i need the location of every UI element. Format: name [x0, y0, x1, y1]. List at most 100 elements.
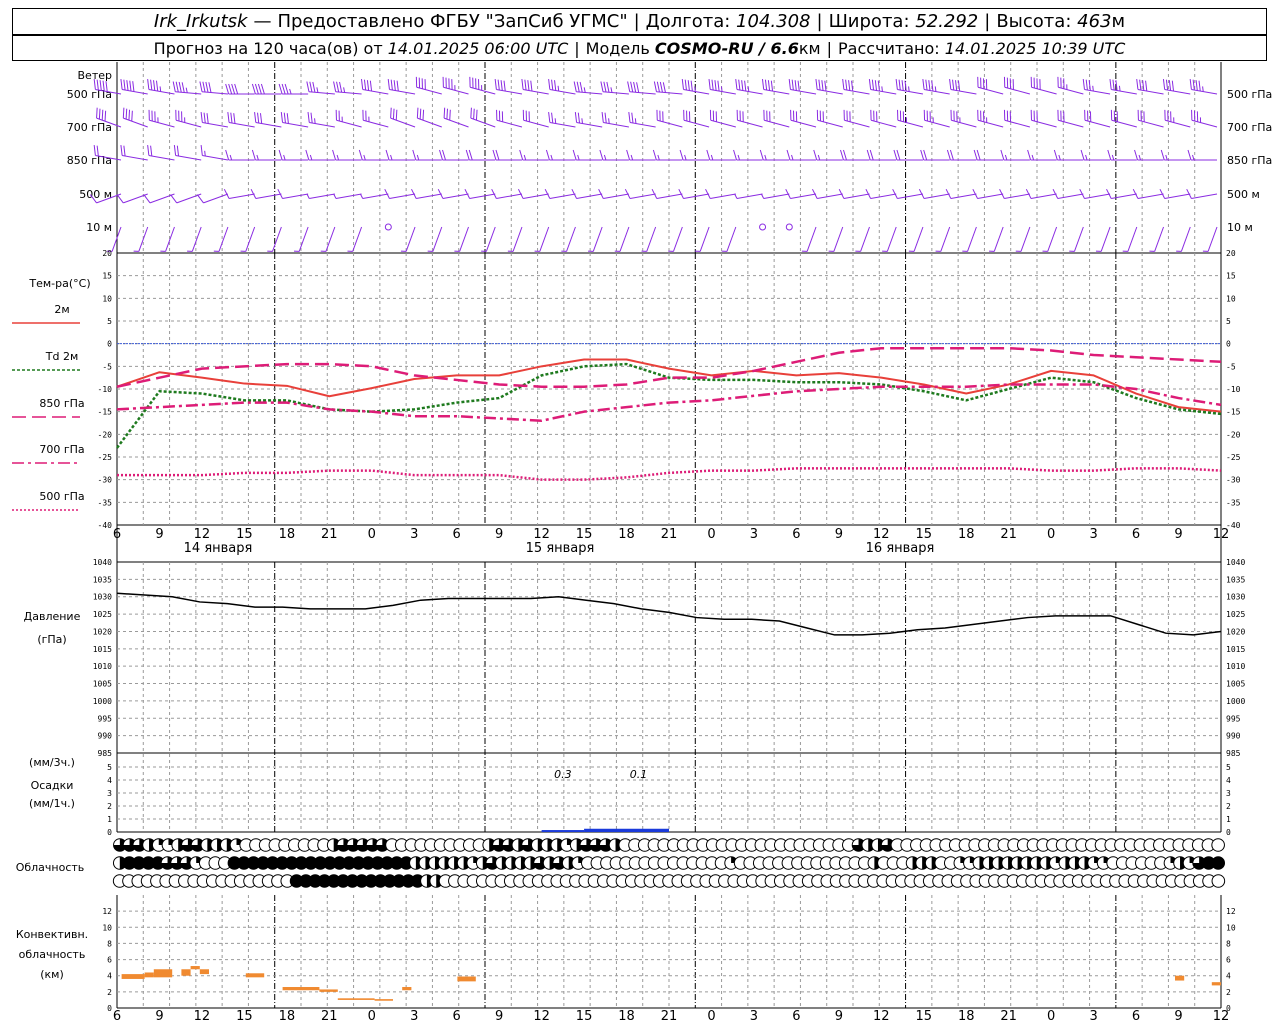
barb-feather — [442, 149, 446, 161]
pres-y-tick: 1010 — [93, 662, 112, 671]
barb-feather — [307, 112, 310, 123]
barb-feather — [176, 145, 180, 157]
barb-staff — [924, 119, 950, 128]
precip-y-tick: 1 — [107, 815, 112, 824]
barb-feather — [199, 81, 203, 92]
barb-feather — [1198, 80, 1201, 92]
wind-barb — [306, 81, 335, 95]
barb-feather — [603, 81, 607, 93]
barb-feather — [600, 81, 604, 92]
conv-segment — [282, 987, 320, 991]
barb-staff — [897, 88, 924, 95]
wind-row-label-right: 700 гПа — [1227, 121, 1272, 134]
barb-staff — [336, 119, 362, 128]
barb-staff — [870, 193, 897, 200]
barb-feather — [519, 149, 524, 161]
barb-staff — [496, 119, 523, 128]
wind-barb — [278, 149, 309, 161]
barb-staff — [977, 193, 1004, 200]
barb-staff — [416, 86, 442, 95]
barb-staff — [763, 88, 790, 95]
barb-feather — [545, 149, 550, 161]
wind-barb — [250, 188, 282, 200]
wind-barb — [225, 149, 255, 161]
barb-feather — [132, 81, 135, 92]
barb-feather — [150, 145, 153, 157]
wind-barb — [571, 188, 603, 200]
barb-feather — [309, 81, 313, 93]
barb-feather — [225, 149, 230, 161]
barb-feather — [651, 188, 658, 199]
barb-feather — [259, 113, 263, 124]
barb-staff — [1031, 86, 1057, 95]
barb-feather — [636, 82, 640, 93]
wind-barb — [840, 149, 870, 161]
barb-staff — [1031, 119, 1057, 128]
wind-barb — [147, 79, 175, 95]
barb-staff — [432, 226, 443, 252]
wind-barb — [332, 149, 362, 161]
conv-x-tick: 6 — [1132, 1009, 1140, 1024]
barb-feather — [659, 81, 663, 93]
barb-feather — [1109, 79, 1112, 90]
wind-barb — [213, 226, 229, 252]
barb-feather — [866, 149, 871, 161]
precip-bar — [584, 828, 669, 832]
day-label: 16 января — [866, 541, 935, 556]
wind-barb — [519, 149, 549, 161]
wind-barb — [347, 226, 363, 252]
barb-half — [577, 154, 580, 161]
barb-feather — [770, 80, 774, 92]
barb-half — [204, 150, 206, 157]
temp-x-tick: 15 — [576, 527, 593, 542]
wind-row-label-right: 10 м — [1227, 221, 1253, 234]
conv-x-tick: 6 — [113, 1009, 121, 1024]
wind-barb — [868, 79, 897, 95]
barb-half — [390, 154, 393, 161]
barb-feather — [842, 79, 845, 90]
barb-feather — [895, 79, 898, 90]
conv-segment — [245, 973, 265, 978]
barb-feather — [818, 79, 821, 91]
conv-y-tick-right: 8 — [1226, 939, 1231, 948]
wind-barb — [1084, 109, 1111, 128]
barb-half — [657, 154, 660, 161]
wind-barb — [225, 83, 255, 95]
calm-circle — [785, 223, 793, 231]
conv-segment — [402, 987, 412, 991]
wind-barb — [828, 226, 844, 252]
barb-feather — [922, 79, 925, 90]
barb-half — [309, 154, 313, 161]
barb-feather — [920, 149, 925, 161]
wind-barb — [626, 149, 656, 161]
temp-y-tick: -35 — [98, 498, 113, 507]
barb-half — [1092, 85, 1094, 92]
wind-barb — [624, 188, 656, 200]
barb-feather — [579, 81, 583, 93]
barb-feather — [1112, 79, 1115, 91]
barb-feather — [687, 80, 690, 91]
barb-staff — [673, 226, 683, 252]
conv-x-tick: 18 — [279, 1009, 296, 1024]
barb-feather — [972, 188, 978, 199]
conv-x-tick: 12 — [873, 1009, 890, 1024]
barb-staff — [201, 91, 228, 95]
barb-feather — [1134, 149, 1139, 161]
barb-feather — [1192, 79, 1195, 91]
barb-feather — [494, 79, 497, 90]
barb-feather — [1053, 149, 1058, 161]
barb-half — [764, 154, 767, 161]
wind-barb — [895, 79, 924, 95]
barb-feather — [126, 80, 129, 91]
barb-feather — [785, 188, 791, 199]
barb-feather — [230, 112, 233, 124]
wind-barb — [277, 188, 309, 200]
barb-staff — [496, 193, 523, 200]
wind-barb — [918, 188, 950, 200]
wind-barb — [573, 81, 603, 95]
pres-y-tick: 1020 — [93, 627, 112, 636]
wind-barb — [641, 226, 657, 252]
barb-feather — [1162, 79, 1166, 90]
barb-feather — [286, 113, 289, 124]
conv-x-tick: 9 — [1174, 1009, 1182, 1024]
